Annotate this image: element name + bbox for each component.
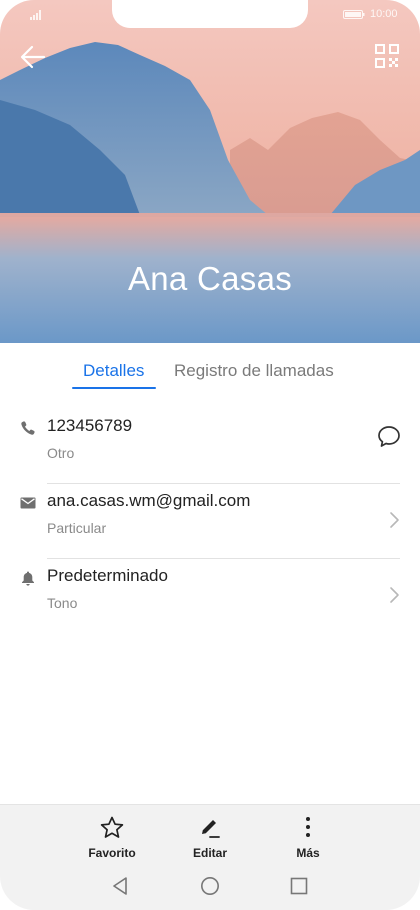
more-vertical-icon xyxy=(306,817,310,837)
divider xyxy=(47,558,400,559)
battery-icon xyxy=(343,10,365,19)
active-tab-indicator xyxy=(72,387,156,389)
home-icon[interactable] xyxy=(199,875,221,897)
bottom-action-bar: Favorito Editar Más xyxy=(0,804,420,910)
tab-call-log[interactable]: Registro de llamadas xyxy=(174,361,334,381)
divider xyxy=(47,483,400,484)
chevron-right-icon xyxy=(390,587,399,603)
bell-icon xyxy=(22,571,34,586)
email-type: Particular xyxy=(47,520,107,536)
contact-detail-screen: 10:00 Ana Casas Detalles Registro de lla… xyxy=(0,0,420,910)
status-time: 10:00 xyxy=(370,8,398,20)
star-icon xyxy=(100,816,124,838)
ringtone-row[interactable]: Predeterminado Tono xyxy=(0,560,420,634)
message-icon[interactable] xyxy=(376,424,402,450)
detail-tabs: Detalles Registro de llamadas xyxy=(0,343,420,398)
phone-number: 123456789 xyxy=(47,416,133,435)
more-label: Más xyxy=(296,846,320,860)
camera-notch xyxy=(112,0,308,28)
edit-button[interactable]: Editar xyxy=(170,815,250,860)
more-button[interactable]: Más xyxy=(268,815,348,860)
phone-number-row[interactable]: 123456789 Otro xyxy=(0,410,420,484)
email-icon xyxy=(20,497,36,509)
pencil-icon xyxy=(202,820,220,838)
ringtone-name: Predeterminado xyxy=(47,566,168,585)
tab-details[interactable]: Detalles xyxy=(83,361,144,381)
favorite-label: Favorito xyxy=(88,846,136,860)
email-address: ana.casas.wm@gmail.com xyxy=(47,491,251,510)
recents-icon[interactable] xyxy=(288,875,310,897)
contact-name: Ana Casas xyxy=(127,260,293,297)
contact-header-image: 10:00 Ana Casas xyxy=(0,0,420,343)
edit-label: Editar xyxy=(192,846,227,860)
back-icon[interactable] xyxy=(109,875,131,897)
signal-icon xyxy=(30,10,41,20)
phone-number-type: Otro xyxy=(47,445,75,461)
favorite-button[interactable]: Favorito xyxy=(72,815,152,860)
back-arrow-icon[interactable] xyxy=(18,42,48,72)
phone-icon xyxy=(21,421,35,435)
ringtone-label: Tono xyxy=(47,595,78,611)
chevron-right-icon xyxy=(390,512,399,528)
email-row[interactable]: ana.casas.wm@gmail.com Particular xyxy=(0,485,420,559)
qr-code-icon[interactable] xyxy=(374,43,400,69)
